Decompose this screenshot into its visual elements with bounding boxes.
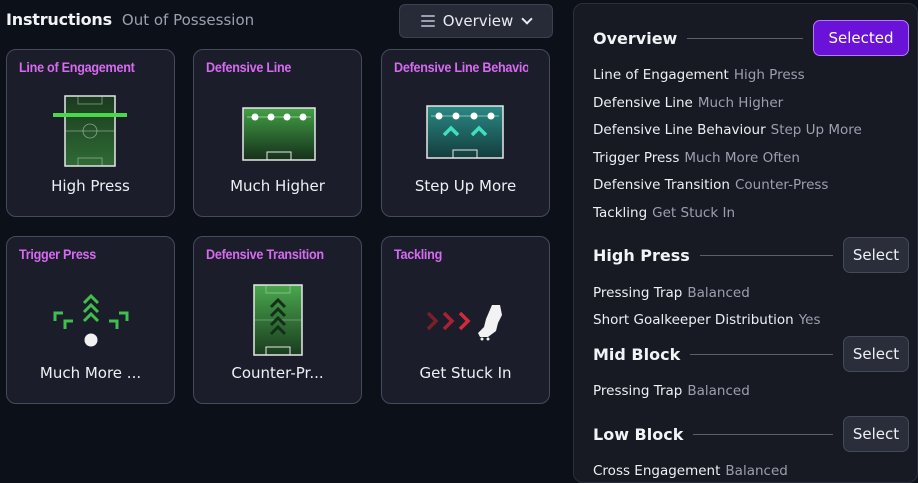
row-key: Defensive Line Behaviour — [593, 122, 766, 138]
row-key: Defensive Transition — [593, 177, 730, 193]
overview-row: Line of Engagement High Press — [593, 67, 805, 83]
card-value: Counter-Pr... — [231, 364, 324, 382]
low-block-section-header: Low Block Select — [593, 416, 909, 452]
divider — [699, 254, 833, 256]
row-value: Yes — [798, 312, 821, 328]
page-title: Instructions — [6, 10, 112, 29]
row-value: Counter-Press — [734, 177, 829, 193]
card-value: Step Up More — [414, 177, 517, 195]
card-value: High Press — [51, 177, 130, 195]
overview-panel[interactable]: Overview Selected Line of Engagement High… — [573, 3, 918, 483]
divider — [687, 37, 803, 39]
row-value: Balanced — [725, 463, 788, 479]
card-value: Much Higher — [230, 177, 325, 195]
row-value: Balanced — [687, 285, 750, 301]
high-press-row: Pressing Trap Balanced — [593, 285, 750, 301]
view-dropdown[interactable]: Overview — [399, 4, 553, 38]
pitch-step-up-icon — [426, 105, 504, 159]
instruction-card-defensive-line[interactable]: Defensive Line Much Higher — [193, 49, 362, 217]
section-title: Low Block — [593, 424, 684, 444]
instruction-card-defensive-line-behaviour[interactable]: Defensive Line Behaviour Step Up More — [381, 49, 550, 217]
instruction-card-line-of-engagement[interactable]: Line of Engagement High Press — [6, 49, 175, 217]
overview-selected-button[interactable]: Selected — [813, 20, 909, 56]
press-arrows-icon — [53, 293, 129, 347]
low-block-select-button[interactable]: Select — [843, 416, 909, 452]
row-key: Pressing Trap — [593, 285, 683, 301]
card-title: Defensive Transition — [206, 246, 324, 262]
row-key: Trigger Press — [593, 150, 680, 166]
card-title: Line of Engagement — [19, 59, 135, 75]
row-value: Get Stuck In — [652, 205, 735, 221]
mid-block-section-header: Mid Block Select — [593, 336, 909, 372]
chevron-down-icon — [521, 13, 533, 25]
card-title: Defensive Line — [206, 59, 292, 75]
card-title: Tackling — [394, 246, 443, 262]
row-key: Short Goalkeeper Distribution — [593, 312, 794, 328]
card-value: Get Stuck In — [419, 364, 512, 382]
page-header: Instructions Out of Possession — [6, 10, 254, 32]
row-key: Pressing Trap — [593, 383, 683, 399]
row-value: Much Higher — [697, 95, 784, 111]
list-icon — [420, 15, 435, 27]
high-press-row: Short Goalkeeper Distribution Yes — [593, 312, 820, 328]
mid-block-row: Pressing Trap Balanced — [593, 383, 750, 399]
divider — [693, 433, 833, 435]
row-key: Cross Engagement — [593, 463, 721, 479]
overview-row: Tackling Get Stuck In — [593, 205, 735, 221]
row-value: Step Up More — [770, 122, 862, 138]
section-title: High Press — [593, 245, 690, 265]
overview-section-header: Overview Selected — [593, 20, 909, 56]
card-value: Much More ... — [39, 364, 142, 382]
row-key: Tackling — [593, 205, 648, 221]
row-value: Balanced — [687, 383, 750, 399]
overview-row: Defensive Transition Counter-Press — [593, 177, 828, 193]
high-press-select-button[interactable]: Select — [843, 237, 909, 273]
section-title: Mid Block — [593, 344, 681, 364]
overview-row: Defensive Line Behaviour Step Up More — [593, 122, 862, 138]
overview-row: Trigger Press Much More Often — [593, 150, 800, 166]
low-block-row: Cross Engagement Balanced — [593, 463, 788, 479]
card-title: Trigger Press — [19, 246, 97, 262]
instruction-card-tackling[interactable]: Tackling Get Stuck In — [381, 236, 550, 404]
page-subtitle: Out of Possession — [121, 11, 255, 29]
mid-block-select-button[interactable]: Select — [843, 336, 909, 372]
card-title: Defensive Line Behaviour — [394, 59, 529, 75]
instruction-card-trigger-press[interactable]: Trigger Press Much More ... — [6, 236, 175, 404]
row-value: High Press — [733, 67, 805, 83]
overview-row: Defensive Line Much Higher — [593, 95, 783, 111]
tackle-boot-icon — [426, 305, 502, 341]
pitch-line-icon — [53, 95, 127, 167]
row-value: Much More Often — [684, 150, 800, 166]
section-title: Overview — [593, 28, 678, 48]
view-dropdown-value: Overview — [442, 12, 514, 30]
instruction-card-defensive-transition[interactable]: Defensive Transition Counter-Pr... — [193, 236, 362, 404]
row-key: Line of Engagement — [593, 67, 729, 83]
high-press-section-header: High Press Select — [593, 237, 909, 273]
pitch-high-line-icon — [242, 107, 316, 161]
pitch-transition-icon — [253, 284, 303, 356]
divider — [690, 353, 833, 355]
row-key: Defensive Line — [593, 95, 693, 111]
